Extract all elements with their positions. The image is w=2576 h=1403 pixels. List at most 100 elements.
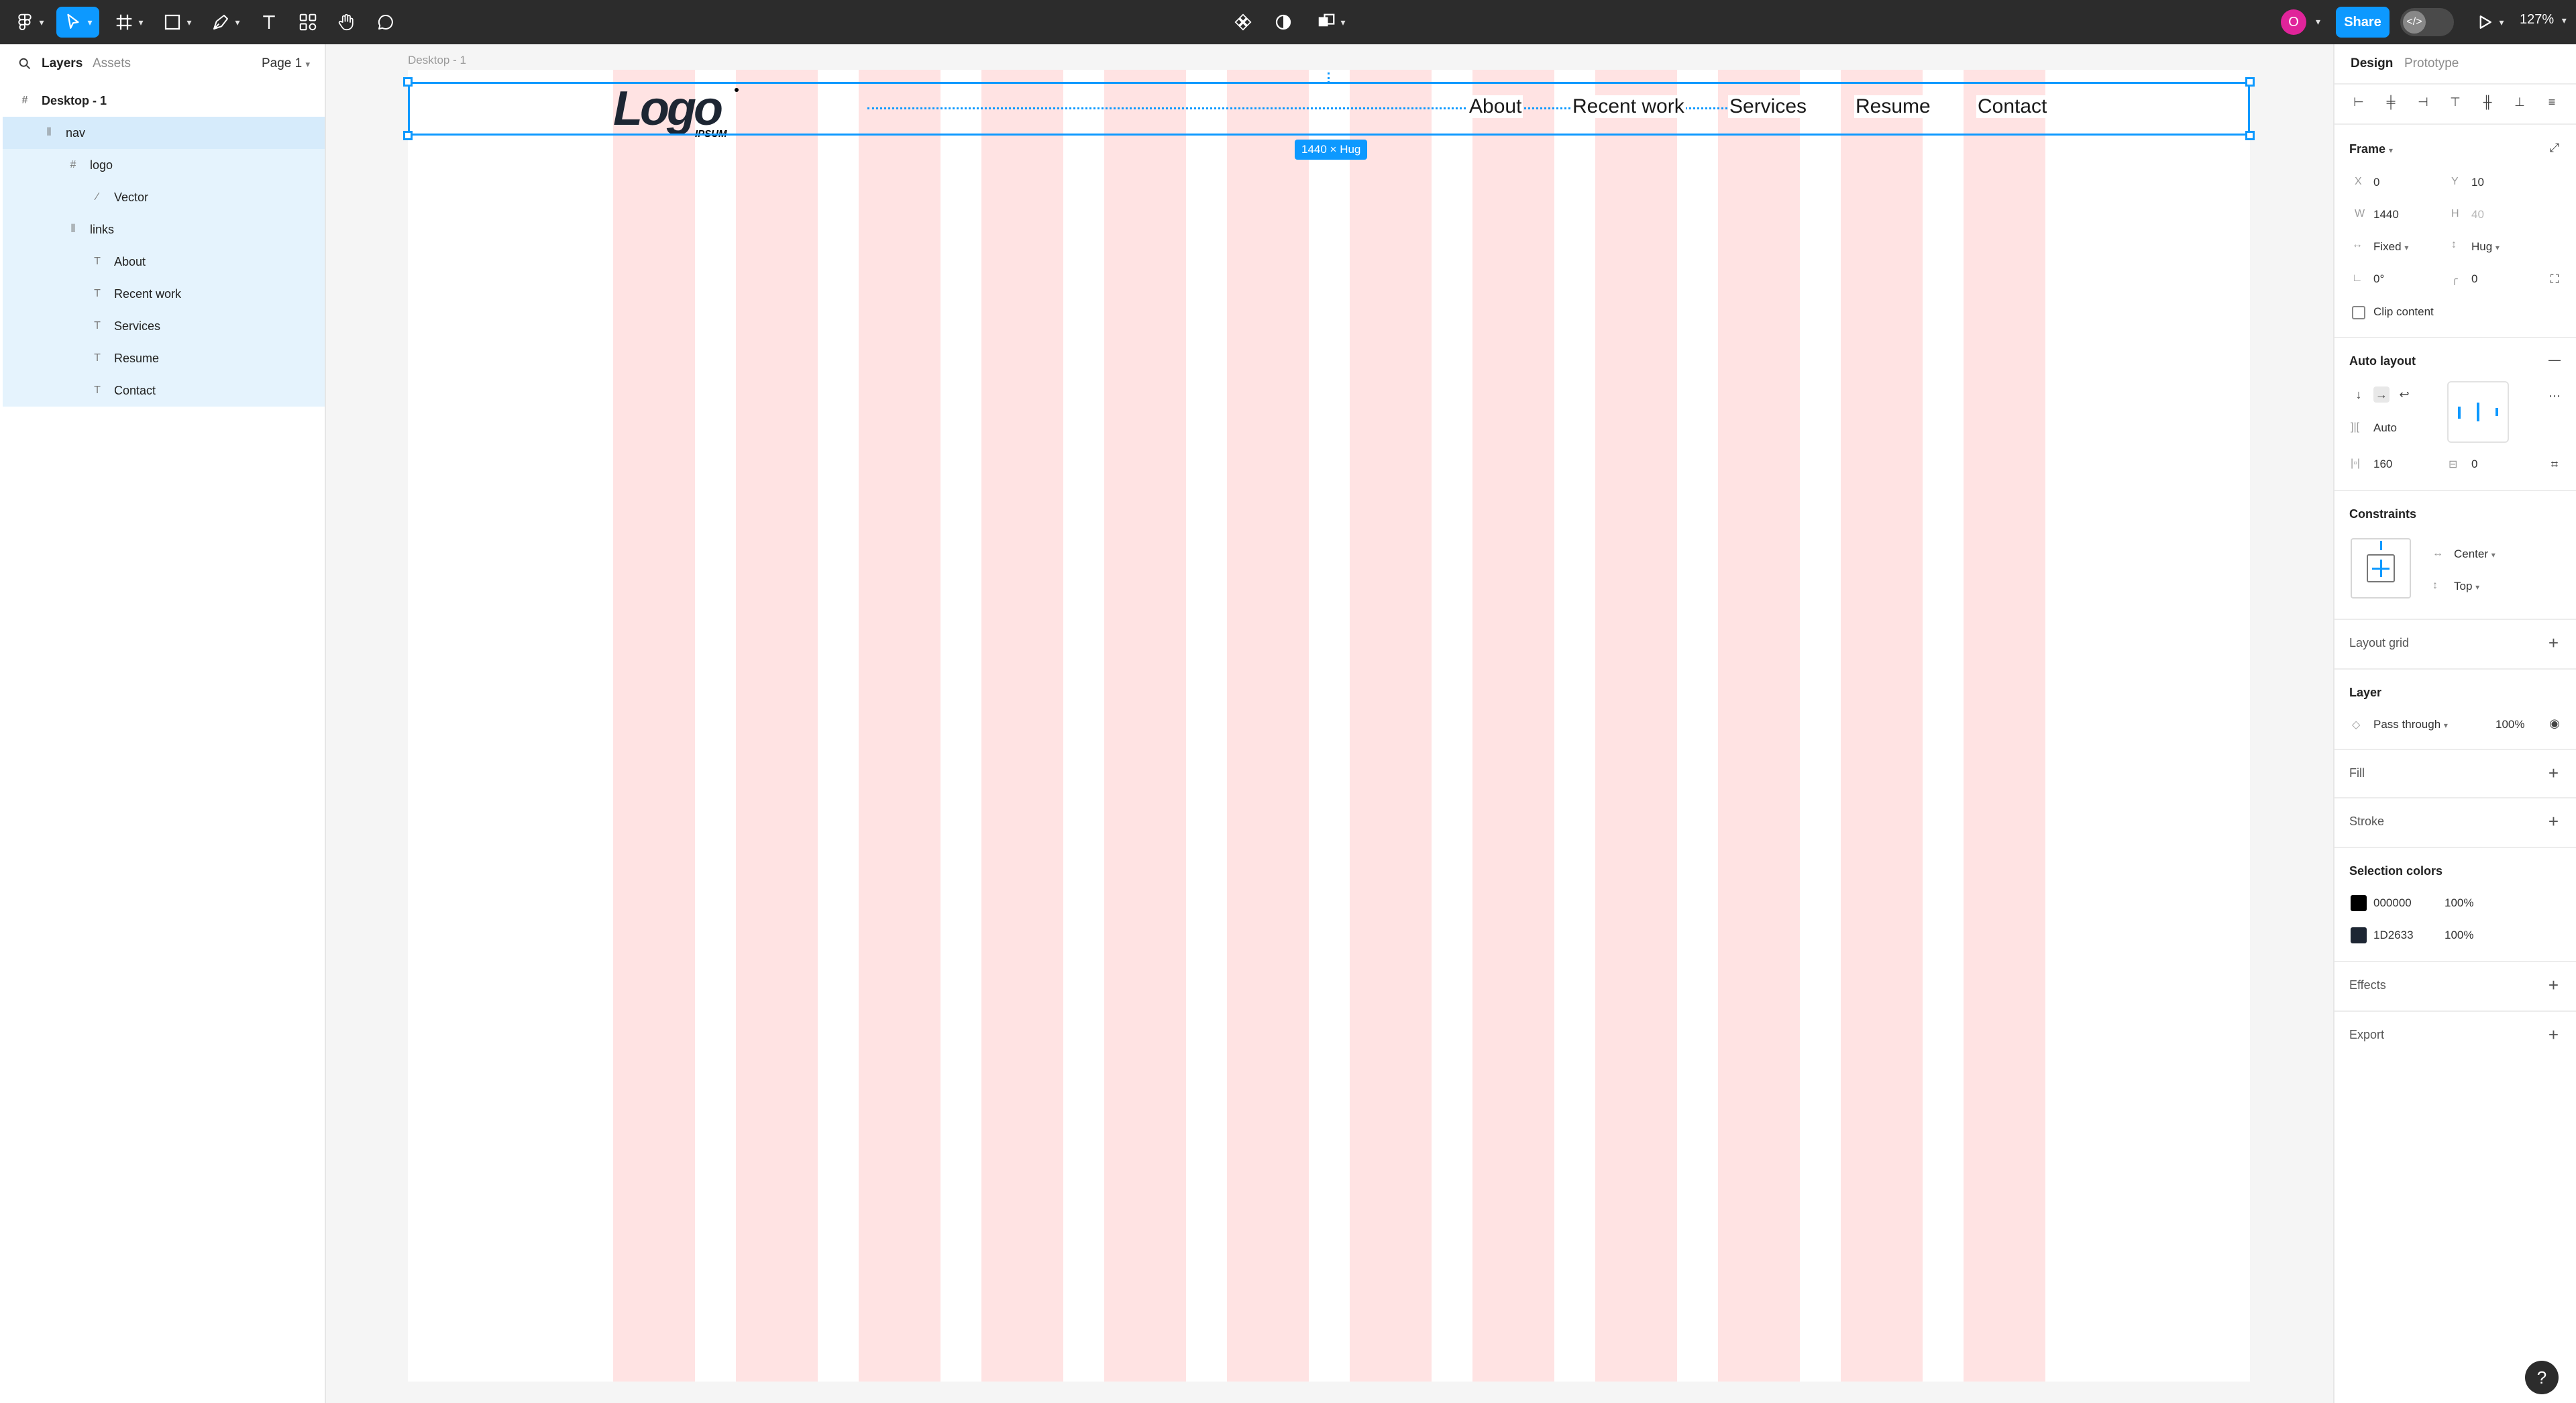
- nav-selection-box[interactable]: [408, 82, 2250, 136]
- resize-handle-top-right[interactable]: [2245, 77, 2255, 87]
- add-export-icon[interactable]: +: [2548, 1026, 2559, 1043]
- comment-tool-button[interactable]: [370, 7, 401, 38]
- alignment-grid[interactable]: [2447, 381, 2509, 443]
- constraint-horizontal-bar[interactable]: [2372, 568, 2390, 570]
- horizontal-constraint-select[interactable]: Center ▾: [2454, 548, 2496, 561]
- tab-design[interactable]: Design: [2351, 56, 2393, 71]
- align-bottom-icon[interactable]: ⊥: [2512, 94, 2528, 110]
- color-hex[interactable]: 1D2633: [2373, 929, 2414, 942]
- align-top-icon[interactable]: ⊤: [2447, 94, 2463, 110]
- resize-handle-bottom-right[interactable]: [2245, 131, 2255, 140]
- frame-section-title[interactable]: Frame ▾: [2349, 142, 2393, 156]
- horizontal-constraint-value: Center: [2454, 548, 2489, 560]
- direction-vertical-icon[interactable]: ↓: [2351, 386, 2367, 403]
- direction-horizontal-icon[interactable]: →: [2373, 386, 2390, 403]
- layer-row-vector[interactable]: ∕ Vector: [3, 181, 325, 213]
- tab-assets[interactable]: Assets: [93, 56, 131, 71]
- grid-column: [613, 70, 695, 1382]
- align-left-icon[interactable]: ⊢: [2351, 94, 2367, 110]
- layer-row-logo[interactable]: # logo: [3, 149, 325, 181]
- w-input[interactable]: 1440: [2373, 208, 2399, 221]
- text-tool-button[interactable]: [254, 7, 284, 38]
- add-stroke-icon[interactable]: +: [2548, 813, 2559, 830]
- vertical-padding-input[interactable]: 0: [2471, 458, 2477, 471]
- align-horizontal-center-icon[interactable]: ╪: [2383, 94, 2399, 110]
- present-button[interactable]: ▾: [2473, 7, 2506, 38]
- height-mode-select[interactable]: Hug ▾: [2471, 240, 2500, 254]
- frame-label[interactable]: Desktop - 1: [408, 54, 466, 67]
- chevron-down-icon[interactable]: ▾: [2316, 16, 2320, 28]
- rotation-input[interactable]: 0°: [2373, 272, 2384, 286]
- distribute-icon[interactable]: ≡: [2544, 94, 2560, 110]
- layers-panel-tabs: Layers Assets Page 1 ▾: [0, 44, 326, 85]
- add-layout-grid-icon[interactable]: +: [2548, 634, 2559, 652]
- search-icon[interactable]: [17, 56, 32, 71]
- frame-tool-button[interactable]: ▾: [107, 7, 150, 38]
- page-selector[interactable]: Page 1 ▾: [262, 56, 310, 71]
- tab-prototype[interactable]: Prototype: [2404, 56, 2459, 71]
- tab-layers[interactable]: Layers: [42, 56, 83, 71]
- layer-row-resume[interactable]: T Resume: [3, 342, 325, 374]
- color-opacity[interactable]: 100%: [2445, 896, 2473, 910]
- resize-handle-bottom-left[interactable]: [403, 131, 413, 140]
- clip-content-checkbox[interactable]: [2352, 306, 2365, 319]
- constraint-top-bar[interactable]: [2380, 541, 2382, 550]
- direction-wrap-icon[interactable]: ↩: [2396, 386, 2412, 403]
- comment-icon: [378, 14, 393, 30]
- layer-name: About: [114, 254, 146, 268]
- remove-auto-layout-icon[interactable]: —: [2546, 352, 2563, 368]
- color-swatch[interactable]: [2351, 895, 2367, 911]
- shape-tool-button[interactable]: ▾: [156, 7, 199, 38]
- color-swatch[interactable]: [2351, 927, 2367, 943]
- pen-tool-button[interactable]: ▾: [204, 7, 247, 38]
- vertical-constraint-select[interactable]: Top ▾: [2454, 580, 2479, 593]
- resize-handle-top-left[interactable]: [403, 77, 413, 87]
- h-input[interactable]: 40: [2471, 208, 2484, 221]
- resize-to-fit-icon[interactable]: ⤢: [2546, 140, 2563, 156]
- individual-padding-icon[interactable]: ⌗: [2546, 456, 2563, 472]
- user-avatar[interactable]: O: [2281, 9, 2306, 35]
- help-button[interactable]: ?: [2525, 1361, 2559, 1394]
- x-input[interactable]: 0: [2373, 176, 2379, 189]
- blend-mode-select[interactable]: Pass through ▾: [2373, 718, 2448, 731]
- layer-row-links[interactable]: ⦀ links: [3, 213, 325, 246]
- layer-row-contact[interactable]: T Contact: [3, 374, 325, 407]
- resources-button[interactable]: [292, 7, 323, 38]
- color-hex[interactable]: 000000: [2373, 896, 2412, 910]
- zoom-level[interactable]: 127% ▾: [2520, 12, 2567, 28]
- align-right-icon[interactable]: ⊣: [2415, 94, 2431, 110]
- constraints-title: Constraints: [2349, 507, 2417, 521]
- horizontal-padding-input[interactable]: 160: [2373, 458, 2392, 471]
- design-canvas[interactable]: Desktop - 1 Logo IPSUM About Recent work…: [327, 44, 2340, 1403]
- opacity-input[interactable]: 100%: [2496, 718, 2524, 731]
- y-input[interactable]: 10: [2471, 176, 2484, 189]
- divider: [2334, 797, 2576, 798]
- hand-tool-button[interactable]: [331, 7, 362, 38]
- blend-mode-icon: ◇: [2352, 719, 2361, 731]
- dev-mode-toggle[interactable]: </>: [2400, 8, 2454, 36]
- layer-row-nav[interactable]: ⦀ nav: [3, 117, 325, 149]
- share-button[interactable]: Share: [2336, 7, 2390, 38]
- layer-row-recent-work[interactable]: T Recent work: [3, 278, 325, 310]
- independent-corners-icon[interactable]: ⛶: [2546, 271, 2563, 287]
- align-vertical-center-icon[interactable]: ╫: [2479, 94, 2496, 110]
- corner-radius-input[interactable]: 0: [2471, 272, 2477, 286]
- boolean-ops-button[interactable]: ▾: [1309, 7, 1352, 38]
- width-mode-value: Fixed: [2373, 240, 2402, 253]
- spacing-mode-input[interactable]: Auto: [2373, 421, 2397, 435]
- component-button[interactable]: [1228, 7, 1258, 38]
- layer-row-about[interactable]: T About: [3, 246, 325, 278]
- add-effect-icon[interactable]: +: [2548, 976, 2559, 994]
- eye-icon[interactable]: ◉: [2546, 715, 2563, 731]
- constraints-widget[interactable]: [2351, 538, 2411, 599]
- theme-contrast-button[interactable]: [1268, 7, 1299, 38]
- layer-row-services[interactable]: T Services: [3, 310, 325, 342]
- more-options-icon[interactable]: ⋯: [2546, 388, 2563, 404]
- text-icon: [263, 15, 275, 29]
- add-fill-icon[interactable]: +: [2548, 764, 2559, 782]
- move-tool-button[interactable]: ▾: [56, 7, 99, 38]
- layer-row-desktop[interactable]: # Desktop - 1: [3, 85, 325, 117]
- width-mode-select[interactable]: Fixed ▾: [2373, 240, 2408, 254]
- main-menu-button[interactable]: ▾: [11, 7, 48, 38]
- color-opacity[interactable]: 100%: [2445, 929, 2473, 942]
